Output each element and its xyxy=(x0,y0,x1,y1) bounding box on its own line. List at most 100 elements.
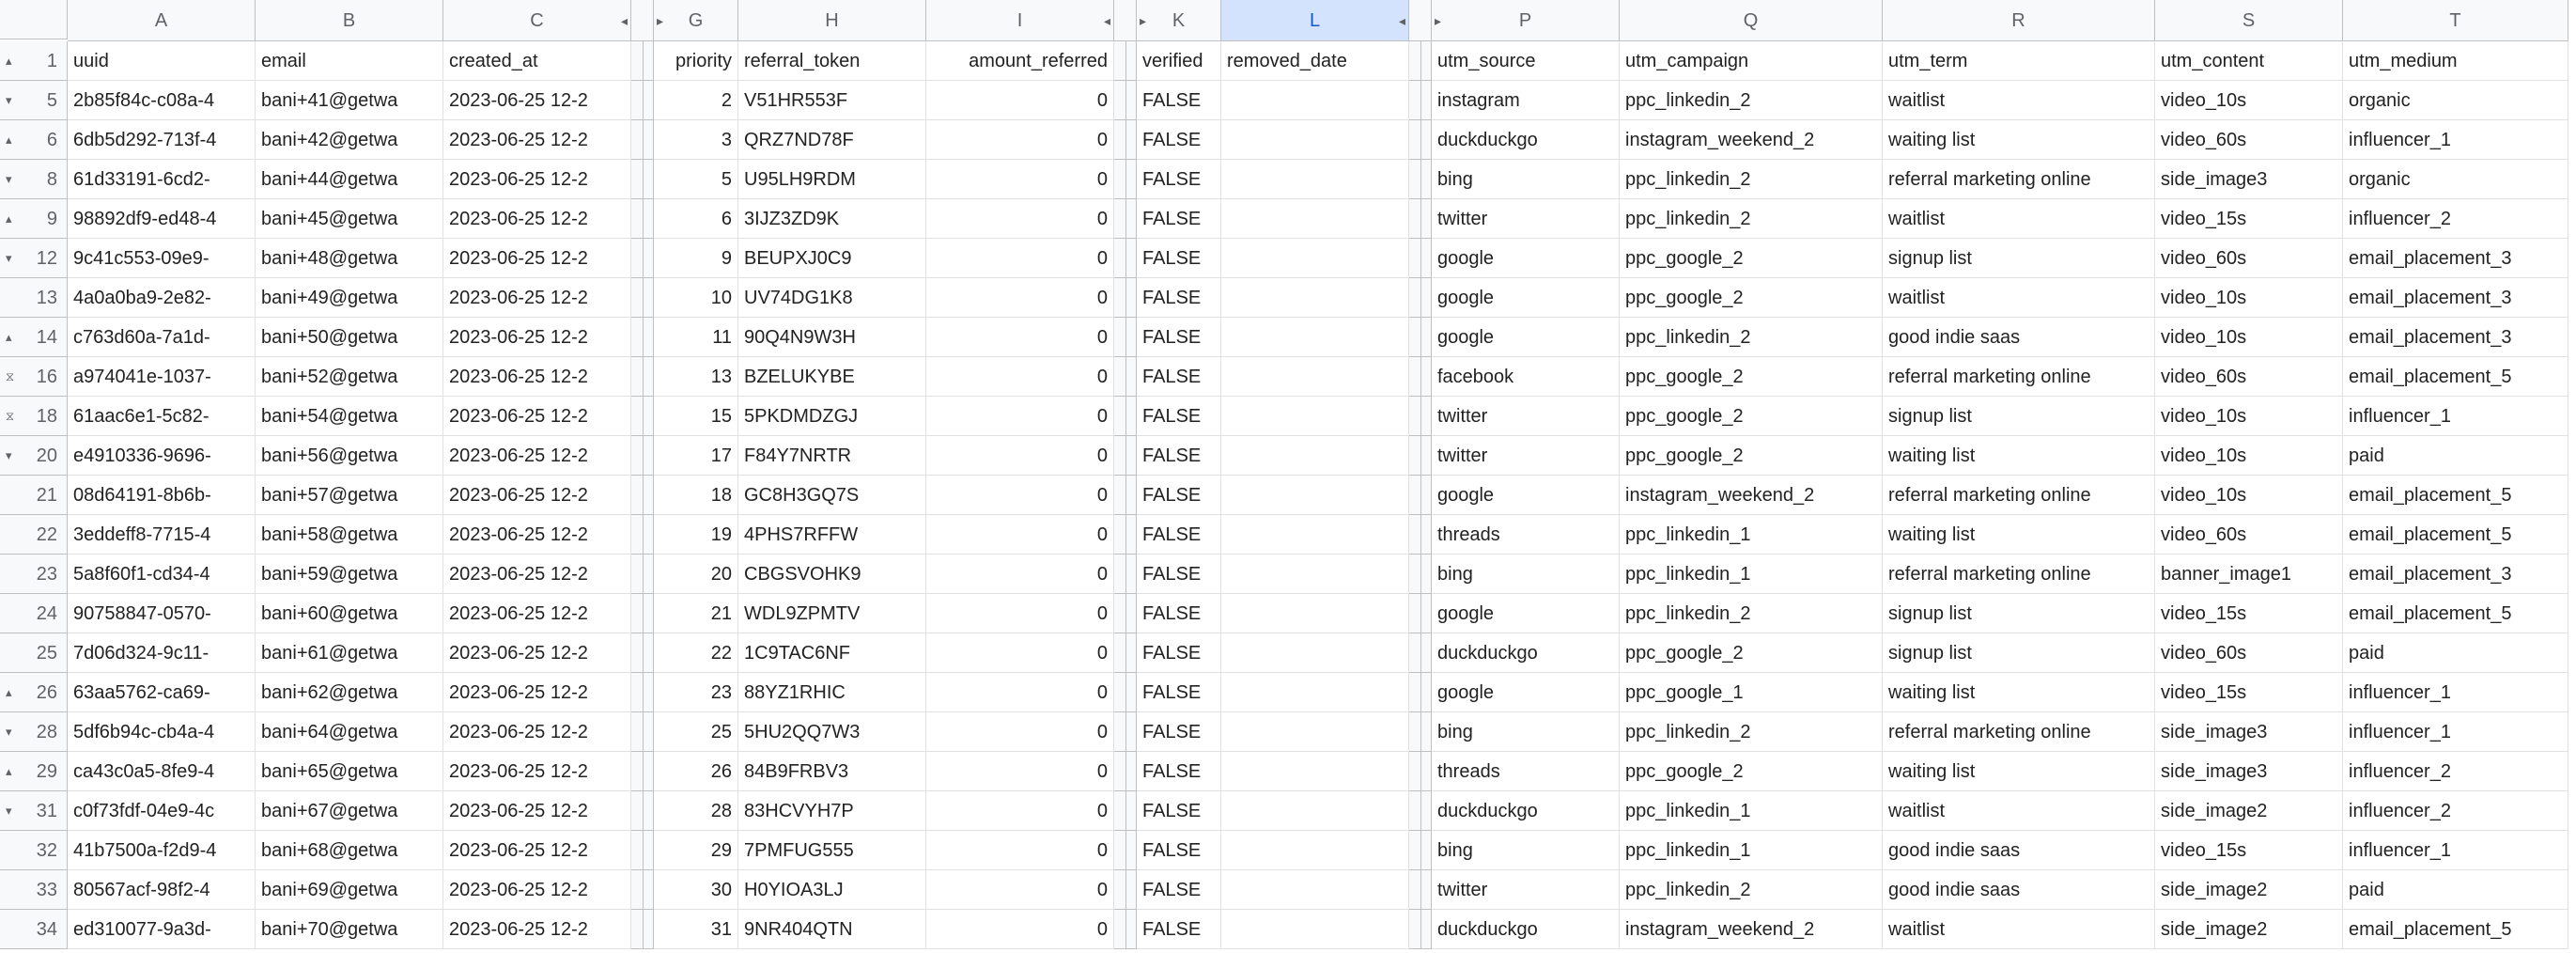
cell-L23[interactable] xyxy=(1221,555,1409,594)
cell-G1[interactable]: priority xyxy=(654,41,738,81)
cell-C32[interactable]: 2023-06-25 12-2 xyxy=(443,831,631,870)
cell-A28[interactable]: 5df6b94c-cb4a-4 xyxy=(68,712,256,752)
cell-H24[interactable]: WDL9ZPMTV xyxy=(738,594,926,633)
cell-Q29[interactable]: ppc_google_2 xyxy=(1620,752,1883,791)
row-group-toggle-icon[interactable]: ▾ xyxy=(6,440,12,472)
cell-P21[interactable]: google xyxy=(1432,476,1620,515)
row-header-31[interactable]: ▾31 xyxy=(0,791,68,831)
cell-L16[interactable] xyxy=(1221,357,1409,397)
row-header-16[interactable]: ⧖16 xyxy=(0,357,68,397)
cell-R8[interactable]: referral marketing online xyxy=(1883,160,2155,199)
cell-A9[interactable]: 98892df9-ed48-4 xyxy=(68,199,256,239)
cell-C20[interactable]: 2023-06-25 12-2 xyxy=(443,436,631,476)
cell-A5[interactable]: 2b85f84c-c08a-4 xyxy=(68,81,256,120)
cell-B5[interactable]: bani+41@getwa xyxy=(256,81,443,120)
column-header-A[interactable]: A xyxy=(68,0,256,41)
cell-P18[interactable]: twitter xyxy=(1432,397,1620,436)
cell-P22[interactable]: threads xyxy=(1432,515,1620,555)
cell-T9[interactable]: influencer_2 xyxy=(2343,199,2568,239)
cell-B12[interactable]: bani+48@getwa xyxy=(256,239,443,278)
collapse-column-group-icon[interactable]: ◂ xyxy=(621,4,628,38)
row-group-toggle-icon[interactable]: ▾ xyxy=(6,164,12,195)
cell-L22[interactable] xyxy=(1221,515,1409,555)
cell-C8[interactable]: 2023-06-25 12-2 xyxy=(443,160,631,199)
cell-P29[interactable]: threads xyxy=(1432,752,1620,791)
cell-A16[interactable]: a974041e-1037- xyxy=(68,357,256,397)
cell-K13[interactable]: FALSE xyxy=(1137,278,1221,318)
cell-L32[interactable] xyxy=(1221,831,1409,870)
cell-R18[interactable]: signup list xyxy=(1883,397,2155,436)
cell-K16[interactable]: FALSE xyxy=(1137,357,1221,397)
cell-P32[interactable]: bing xyxy=(1432,831,1620,870)
cell-R32[interactable]: good indie saas xyxy=(1883,831,2155,870)
cell-H28[interactable]: 5HU2QQ7W3 xyxy=(738,712,926,752)
cell-B32[interactable]: bani+68@getwa xyxy=(256,831,443,870)
cell-K1[interactable]: verified xyxy=(1137,41,1221,81)
cell-K8[interactable]: FALSE xyxy=(1137,160,1221,199)
cell-S29[interactable]: side_image3 xyxy=(2155,752,2343,791)
row-group-toggle-icon[interactable]: ▴ xyxy=(6,677,12,709)
cell-H32[interactable]: 7PMFUG555 xyxy=(738,831,926,870)
cell-C33[interactable]: 2023-06-25 12-2 xyxy=(443,870,631,910)
cell-Q14[interactable]: ppc_linkedin_2 xyxy=(1620,318,1883,357)
cell-L33[interactable] xyxy=(1221,870,1409,910)
expand-column-group-icon[interactable]: ▸ xyxy=(1435,4,1441,38)
cell-B24[interactable]: bani+60@getwa xyxy=(256,594,443,633)
cell-P14[interactable]: google xyxy=(1432,318,1620,357)
cell-C9[interactable]: 2023-06-25 12-2 xyxy=(443,199,631,239)
cell-H21[interactable]: GC8H3GQ7S xyxy=(738,476,926,515)
cell-C12[interactable]: 2023-06-25 12-2 xyxy=(443,239,631,278)
cell-B28[interactable]: bani+64@getwa xyxy=(256,712,443,752)
cell-P6[interactable]: duckduckgo xyxy=(1432,120,1620,160)
cell-B9[interactable]: bani+45@getwa xyxy=(256,199,443,239)
cell-I20[interactable]: 0 xyxy=(926,436,1114,476)
cell-R13[interactable]: waitlist xyxy=(1883,278,2155,318)
cell-L13[interactable] xyxy=(1221,278,1409,318)
row-group-toggle-icon[interactable]: ▴ xyxy=(6,124,12,156)
row-group-toggle-icon[interactable]: ▴ xyxy=(6,203,12,235)
cell-A33[interactable]: 80567acf-98f2-4 xyxy=(68,870,256,910)
cell-G31[interactable]: 28 xyxy=(654,791,738,831)
cell-T23[interactable]: email_placement_3 xyxy=(2343,555,2568,594)
cell-T33[interactable]: paid xyxy=(2343,870,2568,910)
cell-H16[interactable]: BZELUKYBE xyxy=(738,357,926,397)
cell-T29[interactable]: influencer_2 xyxy=(2343,752,2568,791)
cell-I16[interactable]: 0 xyxy=(926,357,1114,397)
cell-S9[interactable]: video_15s xyxy=(2155,199,2343,239)
cell-S18[interactable]: video_10s xyxy=(2155,397,2343,436)
row-group-toggle-icon[interactable]: ▴ xyxy=(6,45,12,77)
cell-B29[interactable]: bani+65@getwa xyxy=(256,752,443,791)
cell-S24[interactable]: video_15s xyxy=(2155,594,2343,633)
cell-C24[interactable]: 2023-06-25 12-2 xyxy=(443,594,631,633)
cell-Q20[interactable]: ppc_google_2 xyxy=(1620,436,1883,476)
row-header-26[interactable]: ▴26 xyxy=(0,673,68,712)
cell-Q1[interactable]: utm_campaign xyxy=(1620,41,1883,81)
cell-Q5[interactable]: ppc_linkedin_2 xyxy=(1620,81,1883,120)
cell-B8[interactable]: bani+44@getwa xyxy=(256,160,443,199)
cell-S1[interactable]: utm_content xyxy=(2155,41,2343,81)
cell-R21[interactable]: referral marketing online xyxy=(1883,476,2155,515)
cell-C25[interactable]: 2023-06-25 12-2 xyxy=(443,633,631,673)
cell-I29[interactable]: 0 xyxy=(926,752,1114,791)
cell-L5[interactable] xyxy=(1221,81,1409,120)
row-group-toggle-icon[interactable]: ▾ xyxy=(6,242,12,274)
cell-T12[interactable]: email_placement_3 xyxy=(2343,239,2568,278)
cell-R34[interactable]: waitlist xyxy=(1883,910,2155,949)
cell-T25[interactable]: paid xyxy=(2343,633,2568,673)
cell-B16[interactable]: bani+52@getwa xyxy=(256,357,443,397)
cell-G18[interactable]: 15 xyxy=(654,397,738,436)
cell-H5[interactable]: V51HR553F xyxy=(738,81,926,120)
cell-H13[interactable]: UV74DG1K8 xyxy=(738,278,926,318)
cell-P20[interactable]: twitter xyxy=(1432,436,1620,476)
cell-Q33[interactable]: ppc_linkedin_2 xyxy=(1620,870,1883,910)
cell-A8[interactable]: 61d33191-6cd2- xyxy=(68,160,256,199)
cell-S14[interactable]: video_10s xyxy=(2155,318,2343,357)
spreadsheet-grid[interactable]: ABC◂G▸HI◂K▸L◂P▸QRST▴1uuidemailcreated_at… xyxy=(0,0,2576,949)
row-header-29[interactable]: ▴29 xyxy=(0,752,68,791)
row-header-6[interactable]: ▴6 xyxy=(0,120,68,160)
cell-P12[interactable]: google xyxy=(1432,239,1620,278)
cell-P24[interactable]: google xyxy=(1432,594,1620,633)
cell-A25[interactable]: 7d06d324-9c11- xyxy=(68,633,256,673)
row-header-24[interactable]: 24 xyxy=(0,594,68,633)
cell-A26[interactable]: 63aa5762-ca69- xyxy=(68,673,256,712)
